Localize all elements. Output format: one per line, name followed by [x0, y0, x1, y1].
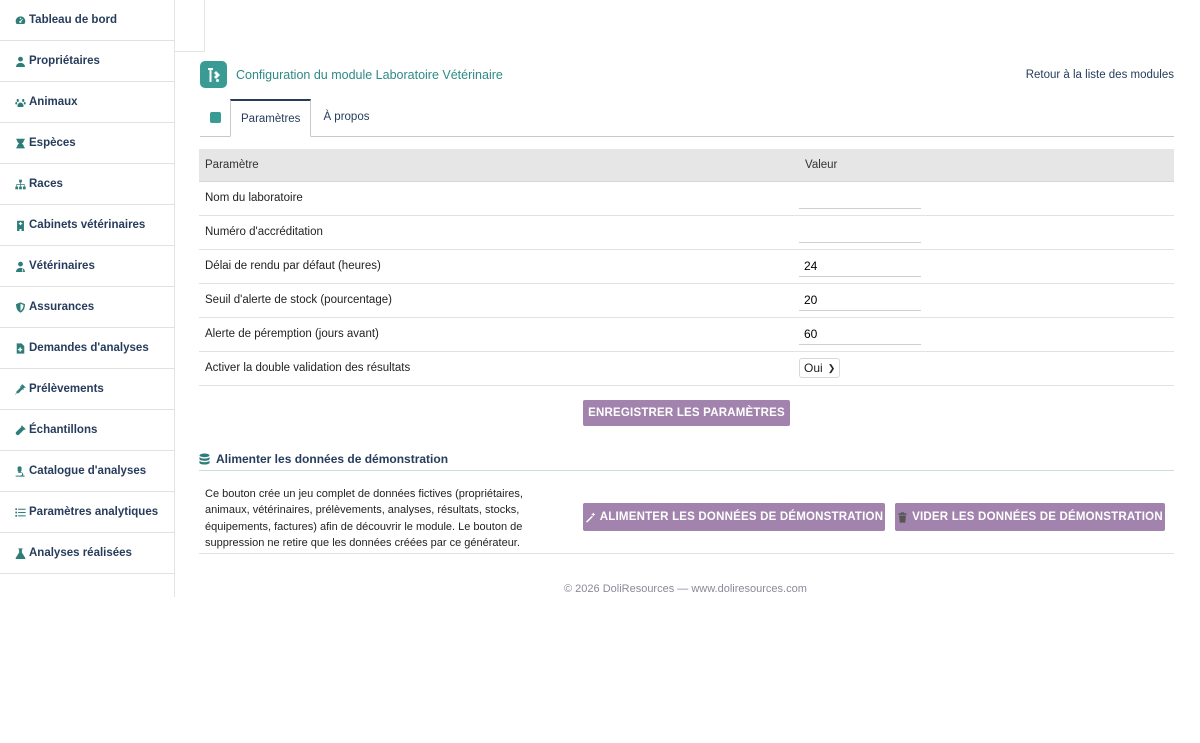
demo-title-text: Alimenter les données de démonstration [216, 452, 449, 466]
sidebar-item-label: Assurances [29, 301, 95, 313]
sidebar-item-label: Espèces [29, 137, 76, 149]
back-to-modules-link[interactable]: Retour à la liste des modules [1026, 69, 1174, 81]
param-label: Nom du laboratoire [199, 181, 799, 216]
sitemap-icon [13, 177, 27, 191]
sidebar-item-label: Paramètres analytiques [29, 506, 159, 518]
tab-parametres[interactable]: Paramètres [230, 99, 312, 137]
footer-copyright: © 2026 DoliResources — www.doliresources… [564, 583, 807, 595]
demo-section-title: Alimenter les données de démonstration [199, 448, 1174, 471]
sidebar-item-insurance[interactable]: Assurances [0, 287, 174, 328]
sidebar-item-analysis-requests[interactable]: Demandes d'analyses [0, 328, 174, 369]
sidebar-item-vets[interactable]: Vétérinaires [0, 246, 174, 287]
lab-name-input[interactable] [799, 187, 921, 209]
clear-demo-data-label: VIDER LES DONNÉES DE DÉMONSTRATION [912, 511, 1163, 523]
select-value: Oui [804, 361, 823, 375]
page-header: Configuration du module Laboratoire Vété… [200, 61, 1174, 88]
sidebar-item-label: Cabinets vétérinaires [29, 219, 146, 231]
sidebar-item-animals[interactable]: Animaux [0, 82, 174, 123]
stock-alert-threshold-input[interactable] [799, 289, 921, 311]
sidebar-item-clinics[interactable]: Cabinets vétérinaires [0, 205, 174, 246]
flask-icon [13, 546, 27, 560]
sidebar-item-breeds[interactable]: Races [0, 164, 174, 205]
sidebar-item-samplings[interactable]: Prélèvements [0, 369, 174, 410]
tab-a-propos[interactable]: À propos [311, 98, 381, 136]
demo-description: Ce bouton crée un jeu complet de données… [205, 488, 523, 549]
save-parameters-button[interactable]: ENREGISTRER LES PARAMÈTRES [583, 400, 790, 426]
sidebar-item-label: Échantillons [29, 424, 98, 436]
sidebar-item-label: Analyses réalisées [29, 547, 132, 559]
sidebar-item-analytic-params[interactable]: Paramètres analytiques [0, 492, 174, 533]
sidebar-item-label: Catalogue d'analyses [29, 465, 147, 477]
user-icon [13, 54, 27, 68]
file-medical-icon [13, 341, 27, 355]
table-row: Seuil d'alerte de stock (pourcentage) [199, 283, 1174, 318]
vial-icon [13, 423, 27, 437]
tab-bar: Paramètres À propos [200, 99, 1174, 137]
table-row: Nom du laboratoire [199, 181, 1174, 216]
double-validation-select[interactable]: Oui ❯ [799, 358, 841, 378]
sidebar-item-label: Demandes d'analyses [29, 342, 149, 354]
microscope-icon [13, 464, 27, 478]
sidebar-item-owners[interactable]: Propriétaires [0, 41, 174, 82]
clinic-icon [13, 218, 27, 232]
expiry-alert-days-input[interactable] [799, 323, 921, 345]
sidebar-item-dashboard[interactable]: Tableau de bord [0, 0, 174, 41]
fill-demo-data-button[interactable]: ALIMENTER LES DONNÉES DE DÉMONSTRATION [583, 503, 885, 531]
fill-demo-data-label: ALIMENTER LES DONNÉES DE DÉMONSTRATION [599, 511, 884, 523]
sidebar-item-label: Races [29, 178, 63, 190]
sidebar-item-label: Tableau de bord [29, 14, 117, 26]
sidebar-item-samples[interactable]: Échantillons [0, 410, 174, 451]
sidebar-item-label: Vétérinaires [29, 260, 95, 272]
list-icon [13, 505, 27, 519]
sidebar-item-label: Propriétaires [29, 55, 100, 67]
table-row: Activer la double validation des résulta… [199, 351, 1174, 386]
sidebar-item-performed-analyses[interactable]: Analyses réalisées [0, 533, 174, 574]
syringe-icon [13, 382, 27, 396]
paw-icon [13, 95, 27, 109]
table-row: Numéro d'accréditation [199, 215, 1174, 250]
table-header-row: Paramètre Valeur [199, 149, 1174, 182]
sidebar: Tableau de bord Propriétaires Animaux Es… [0, 0, 175, 597]
table-row: Délai de rendu par défaut (heures) [199, 249, 1174, 284]
sidebar-item-analysis-catalog[interactable]: Catalogue d'analyses [0, 451, 174, 492]
shield-icon [13, 300, 27, 314]
column-header-valeur: Valeur [799, 149, 1174, 182]
hourglass-icon [13, 136, 27, 150]
clear-demo-data-button[interactable]: VIDER LES DONNÉES DE DÉMONSTRATION [895, 503, 1165, 531]
doctor-icon [13, 259, 27, 273]
param-label: Activer la double validation des résulta… [199, 351, 799, 386]
sidebar-item-label: Animaux [29, 96, 78, 108]
database-icon [199, 453, 210, 465]
param-label: Alerte de péremption (jours avant) [199, 317, 799, 352]
top-bar-stub [175, 0, 205, 52]
turnaround-hours-input[interactable] [799, 255, 921, 277]
module-tab-icon [200, 99, 230, 136]
column-header-parametre: Paramètre [199, 149, 799, 182]
param-label: Numéro d'accréditation [199, 215, 799, 250]
demo-row: Ce bouton crée un jeu complet de données… [199, 478, 1174, 554]
sidebar-item-label: Prélèvements [29, 383, 104, 395]
sidebar-item-species[interactable]: Espèces [0, 123, 174, 164]
module-logo-icon [200, 61, 227, 88]
param-label: Seuil d'alerte de stock (pourcentage) [199, 283, 799, 318]
table-row: Alerte de péremption (jours avant) [199, 317, 1174, 352]
param-label: Délai de rendu par défaut (heures) [199, 249, 799, 284]
chevron-down-icon: ❯ [827, 362, 836, 373]
accreditation-number-input[interactable] [799, 221, 921, 243]
dashboard-icon [13, 13, 27, 27]
parameters-table: Paramètre Valeur Nom du laboratoire Numé… [199, 149, 1174, 386]
magic-wand-icon [585, 511, 596, 523]
trash-icon [898, 511, 907, 523]
page-title: Configuration du module Laboratoire Vété… [236, 67, 503, 82]
